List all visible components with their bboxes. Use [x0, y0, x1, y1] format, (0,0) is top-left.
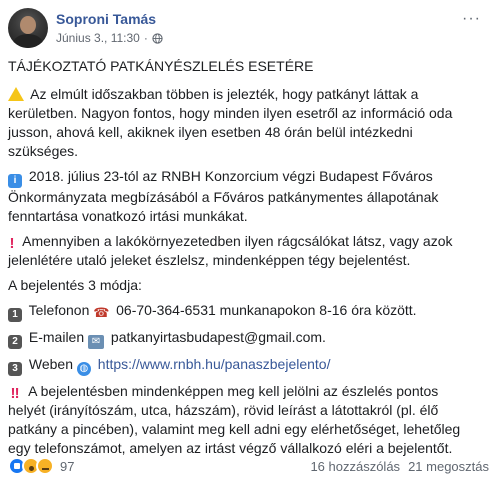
paragraph-warning: Az elmúlt időszakban többen is jelezték,…: [8, 85, 478, 161]
reactions[interactable]: [8, 457, 54, 475]
email-icon: ✉: [88, 335, 105, 349]
post-header: Soproni Tamás Június 3., 11:30 · ···: [8, 8, 489, 52]
globe-icon: [152, 32, 163, 44]
comments-count[interactable]: 16 hozzászólás: [310, 459, 400, 474]
way-phone: 1 Telefonon ☎ 06-70-364-6531 munkanapoko…: [8, 301, 478, 322]
more-options-button[interactable]: ···: [462, 10, 481, 28]
paragraph-exclamation: ! Amennyiben a lakókörnyezetedben ilyen …: [8, 232, 478, 270]
post-date[interactable]: Június 3., 11:30: [56, 31, 140, 45]
post-stats: 16 hozzászólás 21 megosztás: [310, 459, 489, 474]
avatar-body: [13, 34, 43, 48]
avatar[interactable]: [8, 8, 48, 48]
post-meta: Június 3., 11:30 ·: [56, 31, 163, 45]
way-email: 2 E-mailen ✉ patkanyirtasbudapest@gmail.…: [8, 328, 478, 349]
ways-title: A bejelentés 3 módja:: [8, 277, 142, 293]
double-exclamation-icon: ‼: [10, 385, 20, 402]
globe-emoji-icon: ◍: [76, 362, 91, 376]
keycap-one-icon: 1: [8, 308, 22, 322]
exclamation-icon: !: [9, 235, 15, 252]
paragraph-exclamation-text: Amennyiben a lakókörnyezetedben ilyen rá…: [8, 233, 453, 268]
post-footer: 97 16 hozzászólás 21 megosztás: [8, 455, 489, 477]
facebook-post: Soproni Tamás Június 3., 11:30 · ··· TÁJ…: [0, 0, 497, 486]
web-link[interactable]: https://www.rnbh.hu/panaszbejelento/: [98, 356, 331, 372]
keycap-two-icon: 2: [8, 335, 22, 349]
way-web-label: Weben: [28, 356, 73, 372]
paragraph-double-exclamation: ‼ A bejelentésben mindenképpen meg kell …: [8, 382, 478, 458]
post-content: TÁJÉKOZTATÓ PATKÁNYÉSZLELÉS ESETÉRE Az e…: [8, 57, 478, 464]
way-email-text: patkanyirtasbudapest@gmail.com.: [110, 329, 326, 345]
reaction-count[interactable]: 97: [60, 459, 74, 474]
way-phone-text: 06-70-364-6531 munkanapokon 8-16 óra köz…: [116, 302, 417, 318]
paragraph-info: i 2018. július 23-tól az RNBH Konzorcium…: [8, 167, 478, 226]
keycap-three-icon: 3: [8, 362, 22, 376]
warning-icon: [8, 87, 24, 101]
shares-count[interactable]: 21 megosztás: [408, 459, 489, 474]
meta-separator: ·: [143, 31, 148, 45]
telephone-icon: ☎: [93, 305, 110, 320]
way-web: 3 Weben ◍ https://www.rnbh.hu/panaszbeje…: [8, 355, 478, 376]
avatar-face: [20, 16, 36, 34]
author-name[interactable]: Soproni Tamás: [56, 11, 156, 27]
paragraph-double-exclamation-text: A bejelentésben mindenképpen meg kell je…: [8, 383, 461, 456]
post-heading: TÁJÉKOZTATÓ PATKÁNYÉSZLELÉS ESETÉRE: [8, 58, 314, 74]
way-phone-label: Telefonon: [28, 302, 90, 318]
info-icon: i: [8, 174, 22, 188]
paragraph-warning-text: Az elmúlt időszakban többen is jelezték,…: [8, 86, 453, 159]
way-email-label: E-mailen: [28, 329, 85, 345]
sad-reaction-icon: [36, 457, 54, 475]
paragraph-info-text: 2018. július 23-tól az RNBH Konzorcium v…: [8, 168, 439, 224]
